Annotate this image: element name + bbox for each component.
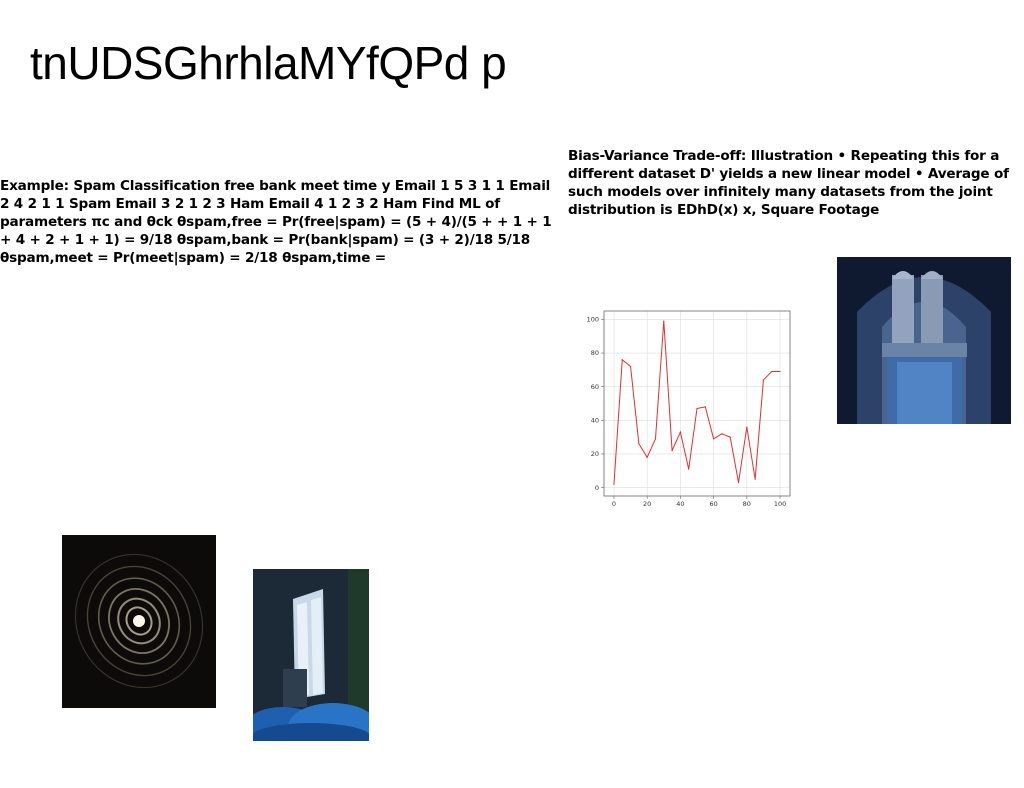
data-point (688, 468, 690, 470)
chart-ticks: 0 20 40 60 80 100 0 20 40 60 80 100 (587, 316, 787, 508)
data-point (729, 436, 731, 438)
x-tick-label: 40 (676, 500, 684, 508)
series-line (613, 321, 781, 485)
chart-grid (604, 311, 790, 496)
data-point (721, 433, 723, 435)
x-tick-label: 100 (774, 500, 786, 508)
data-point (754, 478, 756, 480)
data-point (638, 443, 640, 445)
x-tick-label: 80 (743, 500, 751, 508)
x-tick-label: 0 (612, 500, 616, 508)
data-point (646, 456, 648, 458)
y-tick-label: 100 (587, 316, 599, 324)
x-tick-label: 60 (709, 500, 717, 508)
x-tick-label: 20 (643, 500, 651, 508)
chart-frame (603, 310, 791, 497)
line-chart: 0 20 40 60 80 100 0 20 40 60 80 100 (587, 310, 791, 508)
data-point (737, 481, 740, 484)
data-point (696, 407, 698, 410)
chart-points (613, 320, 781, 485)
y-tick-label: 60 (591, 383, 599, 391)
y-tick-label: 40 (591, 417, 599, 425)
spam-classification-text: Example: Spam Classification free bank m… (0, 178, 552, 266)
bias-variance-text: Bias-Variance Trade-off: Illustration • … (568, 148, 1009, 218)
data-point (713, 438, 715, 440)
data-point (613, 483, 615, 485)
data-point (779, 370, 781, 373)
data-point (671, 449, 673, 452)
data-point (679, 431, 681, 433)
y-tick-label: 20 (591, 450, 599, 458)
data-point (621, 359, 623, 361)
data-point (654, 438, 657, 440)
data-point (704, 406, 706, 408)
window-room-photo (253, 569, 369, 741)
data-point (762, 379, 765, 381)
blue-arch-photo (837, 257, 1011, 424)
y-tick-label: 0 (595, 484, 599, 492)
y-tick-label: 80 (591, 349, 599, 357)
data-point (746, 426, 748, 428)
data-point (629, 365, 632, 368)
slide-title: tnUDSGhrhlaMYfQPd p (30, 37, 507, 89)
data-point (663, 320, 665, 322)
light-spiral-photo (62, 535, 216, 708)
data-point (771, 370, 773, 373)
